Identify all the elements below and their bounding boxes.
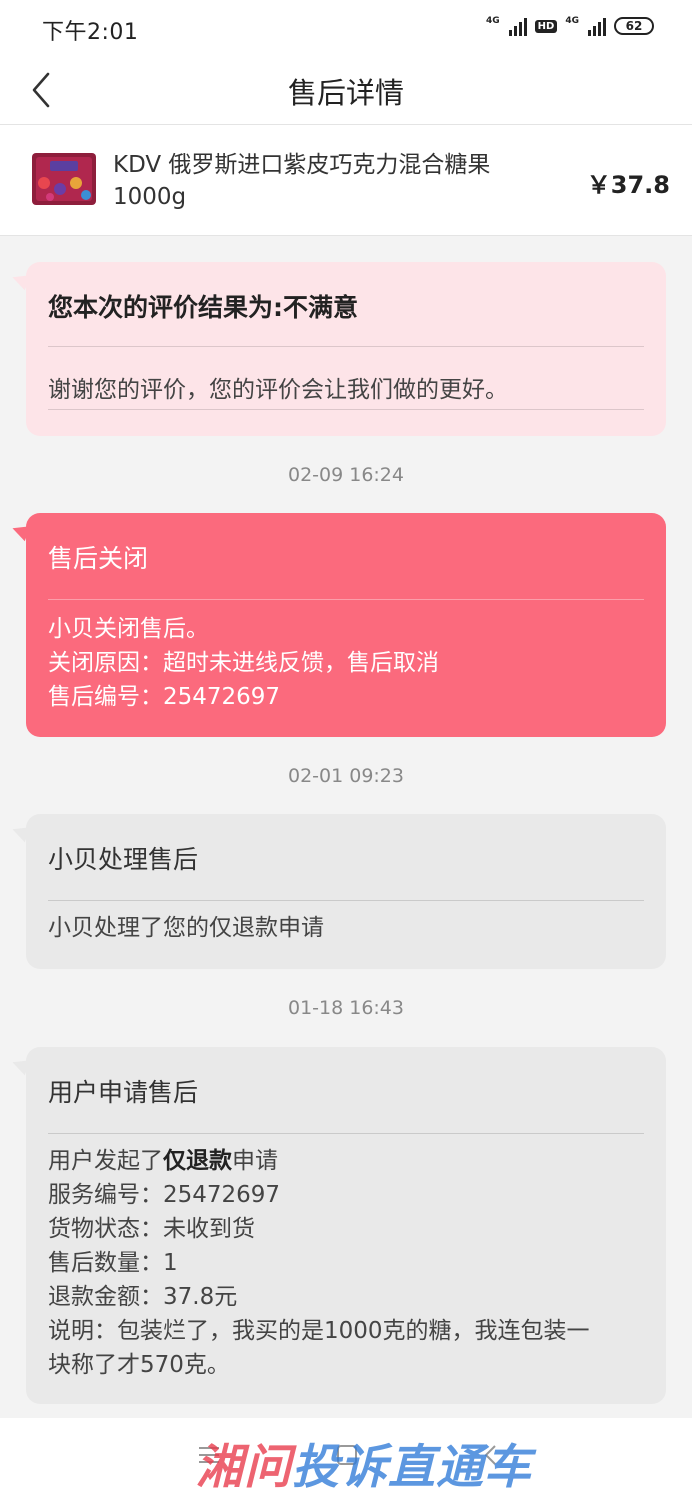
product-price: ￥37.8 [586,171,670,199]
card-line: 售后编号：25472697 [48,684,281,710]
refund-type: 仅退款 [163,1148,232,1174]
product-row[interactable]: KDV 俄罗斯进口紫皮巧克力混合糖果1000g ￥37.8 [0,125,692,236]
card-line: 块称了才570克。 [48,1352,230,1378]
evaluation-card: 您本次的评价结果为:不满意 谢谢您的评价，您的评价会让我们做的更好。 [26,262,666,436]
battery-icon: 62 [614,17,654,35]
card-line: 服务编号：25472697 [48,1182,281,1208]
status-time: 下午2:01 [42,20,139,45]
aftersale-closed-card: 售后关闭 小贝关闭售后。 关闭原因：超时未进线反馈，售后取消 售后编号：2547… [26,513,666,737]
timestamp: 01-18 16:43 [287,997,404,1019]
timestamp: 02-01 09:23 [287,765,404,787]
timestamp: 02-09 16:24 [287,464,404,486]
signal-icon [508,16,527,36]
card-title: 您本次的评价结果为:不满意 [48,293,358,322]
card-line: 谢谢您的评价，您的评价会让我们做的更好。 [48,377,508,403]
card-line: 小贝关闭售后。 [48,616,209,642]
header: 售后详情 [0,56,692,125]
card-title: 用户申请售后 [48,1078,199,1107]
user-request-card: 用户申请售后 用户发起了仅退款申请 服务编号：25472697 货物状态：未收到… [26,1047,666,1404]
card-line: 货物状态：未收到货 [48,1216,255,1242]
text: 用户发起了 [48,1148,163,1174]
product-name: KDV 俄罗斯进口紫皮巧克力混合糖果1000g [113,152,491,210]
card-title: 小贝处理售后 [48,845,199,874]
watermark-part2: 投诉直通车 [292,1440,532,1495]
watermark-part1: 湘问 [196,1440,292,1495]
product-thumbnail [30,149,98,209]
card-line: 说明：包装烂了，我买的是1000克的糖，我连包装一 [48,1318,590,1344]
page-title: 售后详情 [287,76,404,110]
status-icons: 4G HD 4G 62 [486,16,654,36]
request-type-line: 用户发起了仅退款申请 [48,1144,644,1178]
card-line: 小贝处理了您的仅退款申请 [48,915,324,941]
divider [48,409,644,410]
card-title: 售后关闭 [48,544,149,573]
aftersale-processing-card: 小贝处理售后 小贝处理了您的仅退款申请 [26,814,666,969]
hd-badge: HD [534,19,558,33]
signal-icon-2 [588,16,606,36]
card-line: 关闭原因：超时未进线反馈，售后取消 [48,650,439,676]
card-line: 售后数量：1 [48,1250,178,1276]
watermark-logo: 湘问投诉直通车 [196,1428,532,1497]
network-type-2: 4G [565,16,579,26]
network-type-1: 4G [486,16,500,26]
battery-level: 62 [625,19,643,33]
text: 申请 [232,1148,278,1174]
status-bar: 下午2:01 4G HD 4G 62 [0,0,692,56]
card-line: 退款金额：37.8元 [48,1284,238,1310]
